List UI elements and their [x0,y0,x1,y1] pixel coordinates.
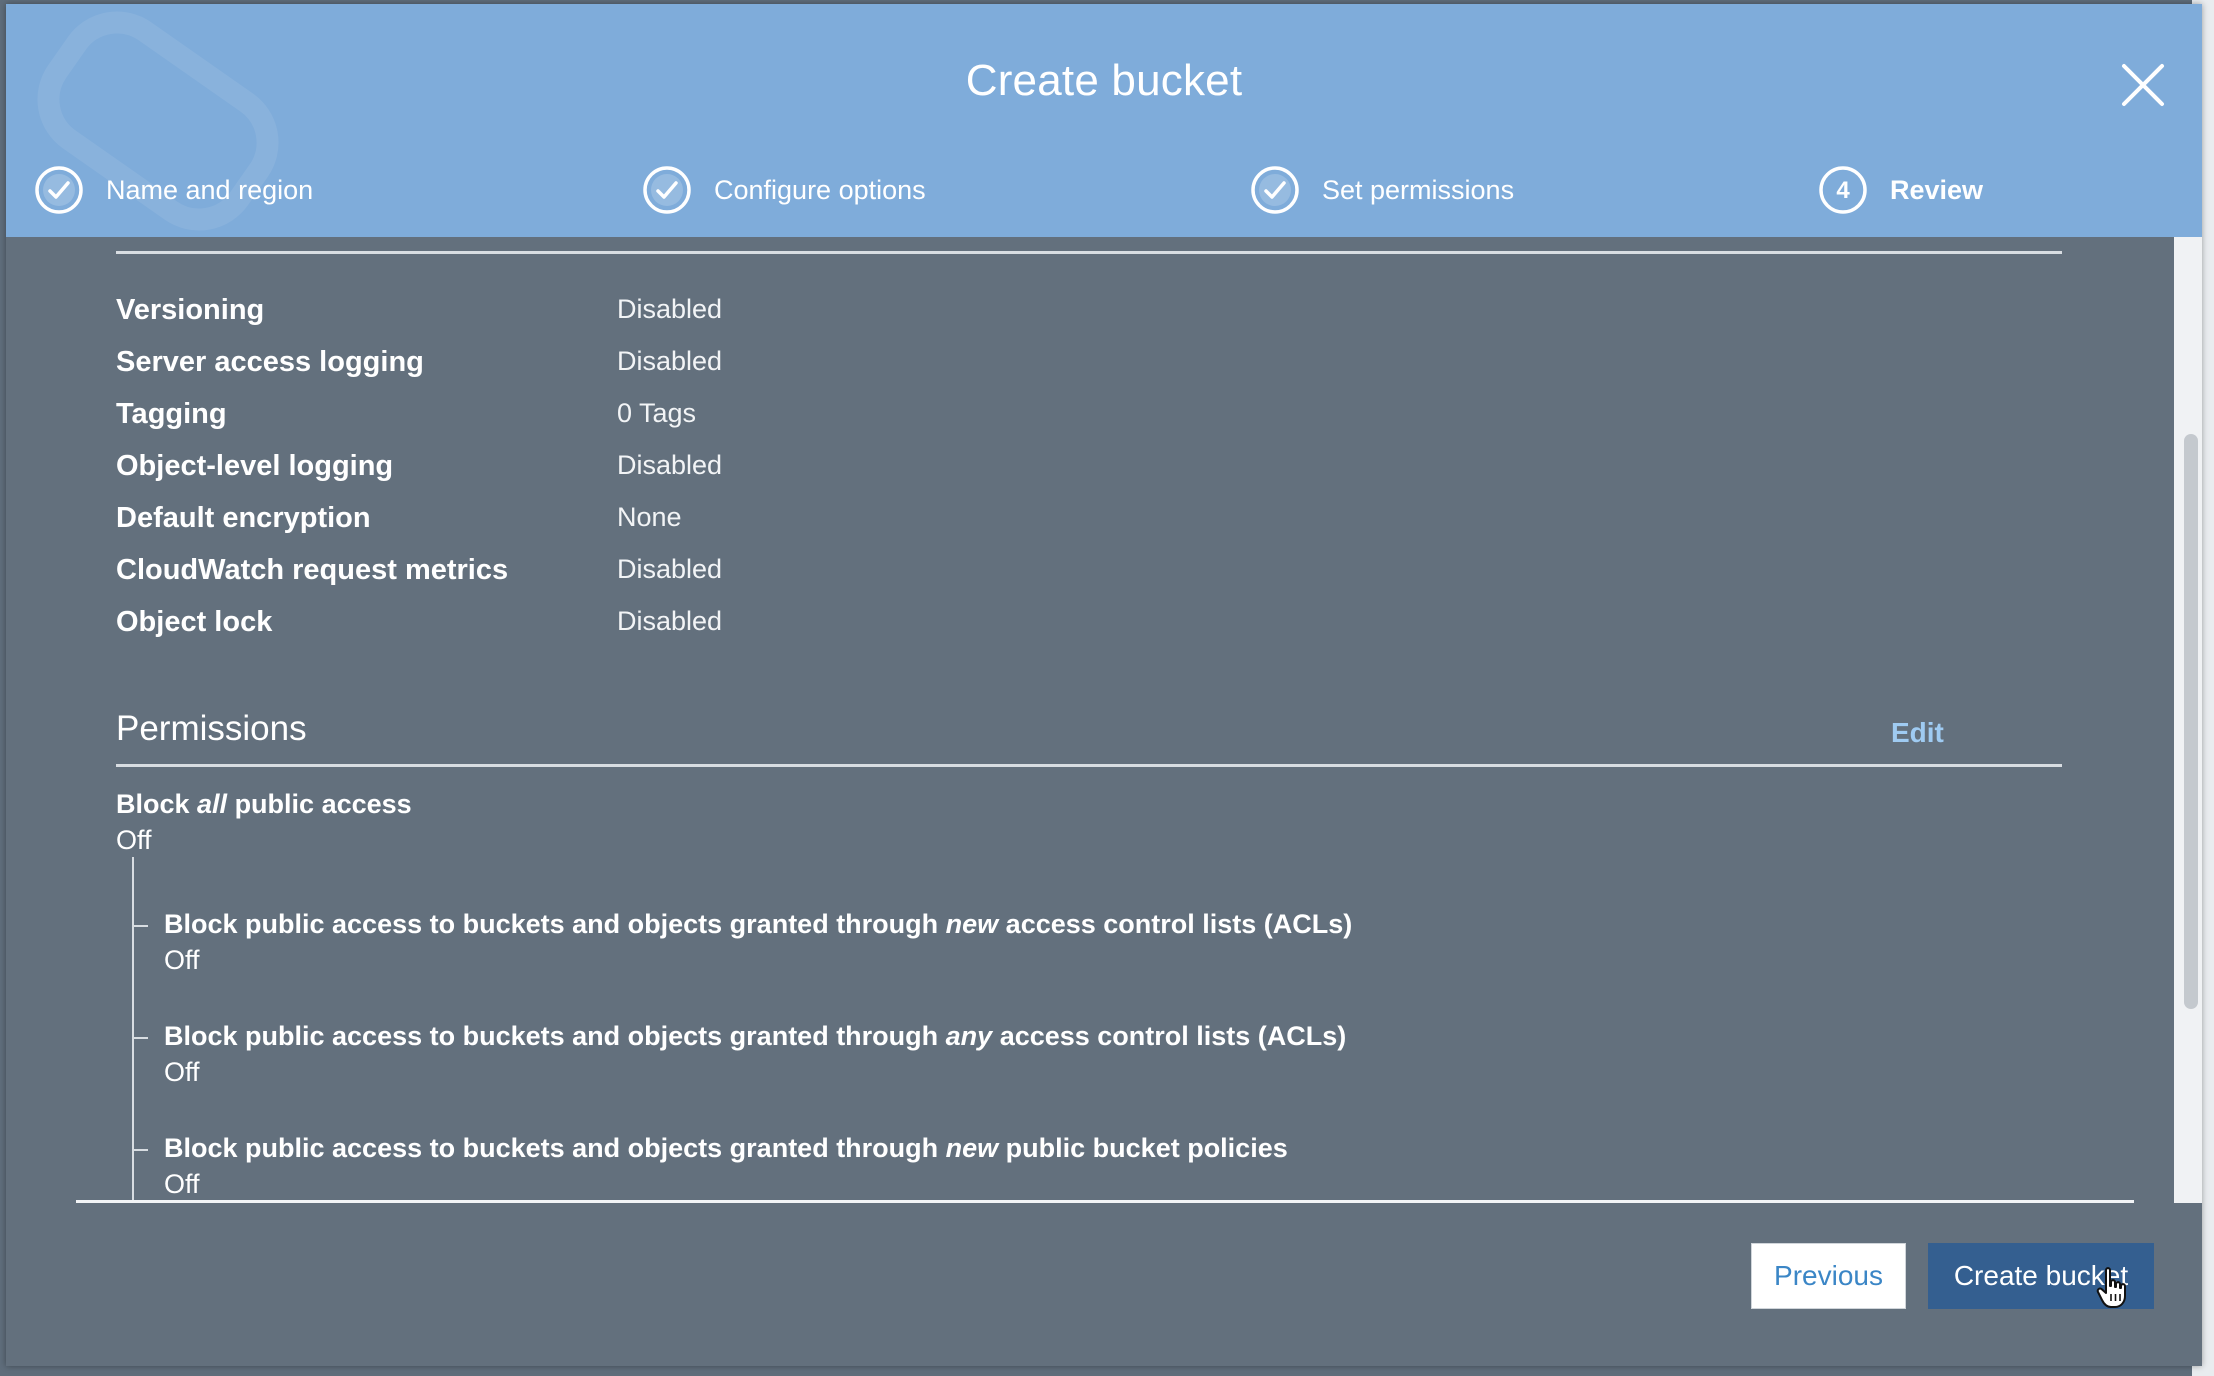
property-row-object-level-logging: Object-level logging Disabled [116,450,1216,490]
property-label: Tagging [116,398,227,430]
step-set-permissions[interactable]: Set permissions [1250,162,1514,218]
property-label: Default encryption [116,502,371,534]
close-icon [2122,64,2164,106]
modal-header: Create bucket Name and region Configure … [6,4,2202,237]
hand-pointer-icon [2096,1267,2126,1308]
property-value: Disabled [617,294,723,324]
property-row-server-access-logging: Server access logging Disabled [116,346,1216,386]
block-new-acls-label: Block public access to buckets and objec… [164,909,1353,939]
step-number-icon: 4 [1819,166,1867,214]
step-configure-options[interactable]: Configure options [642,162,926,218]
property-label: Object-level logging [116,450,394,482]
footer-divider [76,1200,2134,1203]
step-number: 4 [1836,177,1850,204]
step-label: Configure options [714,174,926,205]
block-new-acls-value: Off [164,945,200,975]
property-label: Object lock [116,606,273,638]
check-circle-icon [35,166,83,214]
scrollbar-thumb[interactable] [2184,434,2198,1009]
property-value: None [617,502,682,532]
property-value: Disabled [617,554,723,584]
tree-branch [132,1037,148,1039]
tree-connector [132,857,134,1203]
modal-title: Create bucket [965,56,1243,105]
property-row-object-lock: Object lock Disabled [116,606,1216,646]
block-all-public-access-label: Block all public access [116,789,412,819]
step-label: Name and region [106,174,314,205]
property-row-tagging: Tagging 0 Tags [116,398,1216,438]
step-review[interactable]: 4 Review [1818,162,1983,218]
review-content: Versioning Disabled Server access loggin… [6,237,2174,1203]
check-circle-icon [1251,166,1299,214]
block-new-bucket-policies-value: Off [164,1169,200,1199]
permissions-section-title: Permissions [116,709,307,748]
step-label: Set permissions [1322,174,1515,205]
property-label: Versioning [116,294,265,326]
divider [116,251,2062,254]
step-label: Review [1890,174,1984,205]
close-button[interactable] [2118,60,2168,110]
tree-branch [132,1149,148,1151]
previous-button[interactable]: Previous [1751,1243,1906,1309]
property-row-versioning: Versioning Disabled [116,294,1216,334]
property-row-cloudwatch-request-metrics: CloudWatch request metrics Disabled [116,554,1216,594]
block-any-acls-label: Block public access to buckets and objec… [164,1021,1347,1051]
tree-branch [132,925,148,927]
property-value: Disabled [617,606,723,636]
property-label: Server access logging [116,346,424,378]
block-any-acls-value: Off [164,1057,200,1087]
block-all-public-access-value: Off [116,825,152,855]
edit-permissions-link[interactable]: Edit [1891,717,1944,749]
property-value: 0 Tags [617,398,697,428]
check-circle-icon [643,166,691,214]
screen: Create bucket Name and region Configure … [0,0,2214,1376]
divider [116,764,2062,767]
step-name-and-region[interactable]: Name and region [34,162,313,218]
create-bucket-modal: Create bucket Name and region Configure … [6,4,2202,1366]
property-label: CloudWatch request metrics [116,554,509,586]
property-value: Disabled [617,450,723,480]
property-row-default-encryption: Default encryption None [116,502,1216,542]
block-new-bucket-policies-label: Block public access to buckets and objec… [164,1133,1288,1163]
property-value: Disabled [617,346,723,376]
